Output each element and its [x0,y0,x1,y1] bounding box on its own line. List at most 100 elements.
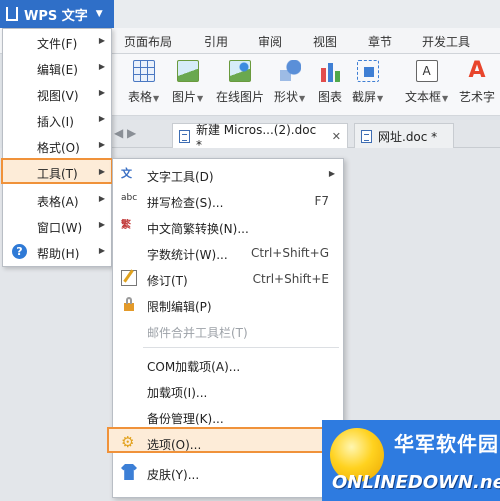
screenshot-icon [356,60,379,82]
menu-item-label: 工具(T) [37,167,78,181]
chevron-right-icon: ▶ [98,220,105,229]
submenu-item-label: 字数统计(W)... [147,248,228,262]
menu-item-file[interactable]: 文件(F) ▶ [3,29,111,55]
textbox-button[interactable]: A 文本框▼ [405,60,448,105]
online-picture-label: 在线图片 [216,90,265,104]
submenu-item-skin[interactable]: 皮肤(Y)... [113,459,343,485]
menu-item-label: 视图(V) [37,89,79,103]
chevron-right-icon: ▶ [98,114,105,123]
wordart-icon: A [468,58,486,83]
submenu-item-label: 备份管理(K)... [147,412,224,426]
menu-item-window[interactable]: 窗口(W) ▶ [3,213,111,239]
submenu-item-mail-merge: 邮件合并工具栏(T) [113,317,343,343]
online-picture-button[interactable]: 在线图片 [216,60,264,105]
text-tool-icon: 文 [121,167,132,180]
doc-tab-2-label: 网址.doc * [378,129,438,144]
submenu-item-text-tools[interactable]: 文 文字工具(D) ▶ [113,161,343,187]
tab-page-layout[interactable]: 页面布局 [124,33,172,50]
menu-item-insert[interactable]: 插入(I) ▶ [3,107,111,133]
shapes-icon [278,60,301,82]
menu-item-table[interactable]: 表格(A) ▶ [3,187,111,213]
submenu-item-addins[interactable]: 加载项(I)... [113,377,343,403]
chevron-right-icon: ▶ [98,140,105,149]
online-picture-icon [229,60,251,82]
doc-tab-2[interactable]: 网址.doc * [354,123,454,148]
textbox-label: 文本框 [405,90,442,104]
picture-label: 图片 [172,90,197,104]
shapes-button[interactable]: 形状▼ [274,60,305,105]
picture-button[interactable]: 图片▼ [172,60,203,105]
tab-references[interactable]: 引用 [204,33,228,50]
chevron-right-icon: ▶ [98,194,105,203]
close-icon[interactable]: ✕ [332,130,341,143]
submenu-item-backup[interactable]: 备份管理(K)... [113,403,343,429]
submenu-item-label: 邮件合并工具栏(T) [147,326,248,340]
spellcheck-icon: abc [121,193,138,203]
watermark-en-text: ONLINEDOWN.net [332,472,500,493]
doc-icon [179,129,190,143]
title-bar [114,0,500,28]
submenu-item-word-count[interactable]: 字数统计(W)... Ctrl+Shift+G [113,239,343,265]
doc-tab-1[interactable]: 新建 Micros...(2).doc * ✕ [172,123,348,152]
submenu-item-revision[interactable]: 修订(T) Ctrl+Shift+E [113,265,343,291]
menu-item-label: 表格(A) [37,195,79,209]
wps-logo-icon [6,7,18,21]
screenshot-label: 截屏 [352,90,377,104]
revision-icon [121,269,137,286]
tab-section[interactable]: 章节 [368,33,392,50]
chart-button[interactable]: 图表 [318,60,342,105]
submenu-item-chinese-convert[interactable]: 繁 中文简繁转换(N)... [113,213,343,239]
shortcut-text: F7 [314,194,329,208]
menu-item-label: 编辑(E) [37,63,78,77]
main-menu: 文件(F) ▶ 编辑(E) ▶ 视图(V) ▶ 插入(I) ▶ 格式(O) ▶ … [1,28,113,267]
gear-icon: ⚙ [121,433,135,451]
tools-submenu: 文 文字工具(D) ▶ abc 拼写检查(S)... F7 繁 中文简繁转换(N… [107,158,347,498]
document-tab-bar: ◀ ▶ 新建 Micros...(2).doc * ✕ 网址.doc * [110,120,500,152]
nav-arrows-icon[interactable]: ◀ ▶ [114,126,136,140]
menu-item-edit[interactable]: 编辑(E) ▶ [3,55,111,81]
screenshot-button[interactable]: 截屏▼ [352,60,383,105]
submenu-item-label: 选项(O)... [147,438,202,452]
insert-toolbar: 表格▼ 图片▼ 在线图片 形状▼ 图表 截屏▼ A 文本框▼ A 艺术字 [110,54,500,116]
chevron-right-icon: ▶ [98,36,105,45]
submenu-item-label: COM加载项(A)... [147,360,241,374]
tab-view[interactable]: 视图 [313,33,337,50]
app-menu-button[interactable]: WPS 文字 ▼ [0,0,114,28]
shirt-icon [121,464,137,480]
submenu-item-options[interactable]: ⚙ 选项(O)... [107,427,347,453]
table-button[interactable]: 表格▼ [128,60,159,105]
app-title: WPS 文字 [24,8,88,24]
submenu-item-restrict-edit[interactable]: 限制编辑(P) [113,291,343,317]
menu-item-tools[interactable]: 工具(T) ▶ [1,158,113,184]
menu-divider [143,347,339,348]
doc-icon [361,129,372,143]
lock-icon [121,296,137,312]
chevron-right-icon: ▶ [98,88,105,97]
tab-review[interactable]: 审阅 [258,33,282,50]
menu-item-format[interactable]: 格式(O) ▶ [3,133,111,159]
submenu-item-label: 皮肤(Y)... [147,468,200,482]
picture-icon [176,60,199,82]
wordart-button[interactable]: A 艺术字 [459,60,495,105]
table-icon [132,60,155,82]
shapes-label: 形状 [274,90,299,104]
chart-icon [319,60,341,82]
submenu-item-label: 中文简繁转换(N)... [147,222,249,236]
submenu-item-label: 加载项(I)... [147,386,208,400]
chevron-right-icon: ▶ [328,169,335,178]
chevron-right-icon: ▶ [98,167,105,176]
menu-item-help[interactable]: ? 帮助(H) ▶ [3,239,111,265]
help-icon: ? [12,244,27,259]
menu-item-label: 帮助(H) [37,247,80,261]
tab-developer[interactable]: 开发工具 [422,33,470,50]
menu-item-label: 窗口(W) [37,221,83,235]
shortcut-text: Ctrl+Shift+E [252,272,329,286]
menu-item-view[interactable]: 视图(V) ▶ [3,81,111,107]
submenu-item-spellcheck[interactable]: abc 拼写检查(S)... F7 [113,187,343,213]
watermark-logo: 华军软件园 ONLINEDOWN.net [322,420,500,501]
submenu-item-com-addins[interactable]: COM加载项(A)... [113,351,343,377]
chart-label: 图表 [318,90,343,104]
shortcut-text: Ctrl+Shift+G [250,246,329,260]
watermark-cn-text: 华军软件园 [394,432,499,456]
chevron-right-icon: ▶ [98,246,105,255]
